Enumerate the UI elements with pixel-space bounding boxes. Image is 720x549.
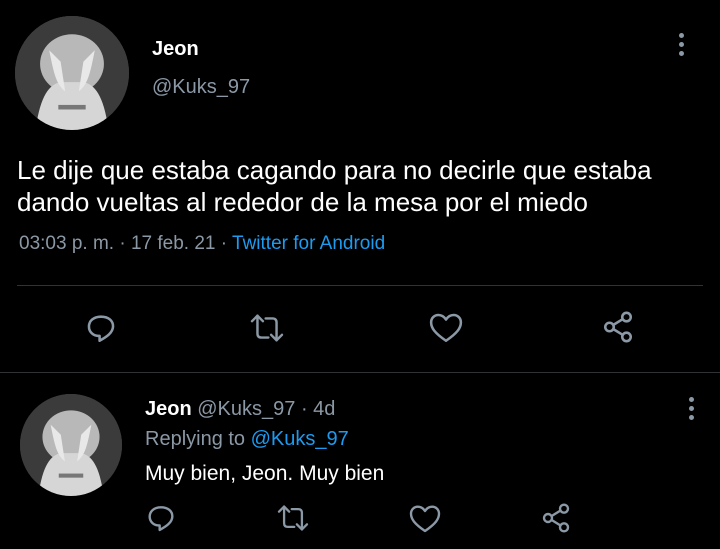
reply-more-options-icon[interactable]: [687, 397, 695, 424]
tweet-source-link[interactable]: Twitter for Android: [232, 233, 385, 254]
retweet-icon[interactable]: [249, 313, 285, 343]
avatar[interactable]: [15, 16, 129, 130]
retweet-icon[interactable]: [276, 504, 310, 532]
reply-author-name[interactable]: Jeon: [145, 398, 192, 420]
reply-age: · 4d: [300, 398, 336, 420]
tweet-date: 17 feb. 21: [130, 233, 216, 254]
reply-author-handle[interactable]: @Kuks_97: [197, 398, 295, 420]
reply-text: Muy bien, Jeon. Muy bien: [145, 462, 385, 485]
author-handle[interactable]: @Kuks_97: [152, 76, 250, 99]
reply-header: Jeon @Kuks_97 · 4d: [145, 398, 335, 421]
divider: [0, 372, 720, 373]
share-icon[interactable]: [601, 310, 635, 344]
reply-icon[interactable]: [84, 311, 118, 345]
tweet-text-line-1: Le dije que estaba cagando para no decir…: [17, 155, 652, 185]
like-icon[interactable]: [409, 504, 441, 534]
reply-avatar[interactable]: [20, 394, 122, 496]
share-icon[interactable]: [540, 502, 572, 534]
replying-to: Replying to @Kuks_97: [145, 428, 349, 451]
reply-icon[interactable]: [145, 502, 177, 534]
like-icon[interactable]: [429, 312, 463, 344]
more-options-icon[interactable]: [677, 33, 685, 60]
author-name[interactable]: Jeon: [152, 38, 199, 61]
meta-separator: ·: [220, 233, 228, 254]
replying-to-label: Replying to: [145, 428, 246, 450]
divider: [17, 285, 703, 286]
meta-separator: ·: [119, 233, 126, 254]
tweet-text-line-2: dando vueltas al rededor de la mesa por …: [17, 187, 588, 217]
tweet-meta: 03:03 p. m. · 17 feb. 21 · Twitter for A…: [19, 233, 385, 255]
tweet-time: 03:03 p. m.: [19, 233, 115, 254]
replying-to-handle[interactable]: @Kuks_97: [251, 428, 349, 450]
